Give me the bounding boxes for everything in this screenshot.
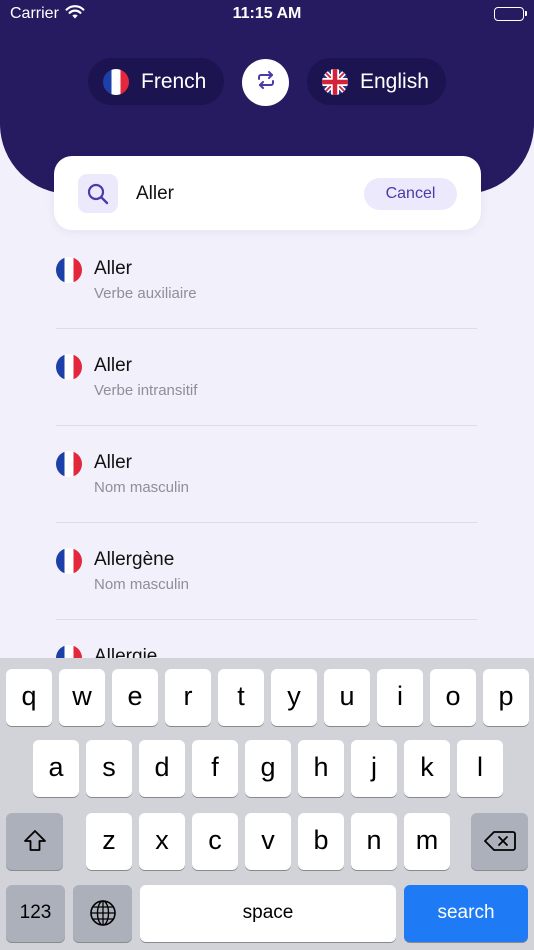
key-a[interactable]: a (33, 740, 79, 797)
key-i[interactable]: i (377, 669, 423, 726)
key-x[interactable]: x (139, 813, 185, 870)
key-q[interactable]: q (6, 669, 52, 726)
key-c[interactable]: c (192, 813, 238, 870)
key-l[interactable]: l (457, 740, 503, 797)
france-flag-icon (56, 548, 82, 574)
numbers-key[interactable]: 123 (6, 885, 65, 942)
target-language-button[interactable]: English (307, 58, 446, 105)
key-u[interactable]: u (324, 669, 370, 726)
globe-icon (89, 900, 117, 933)
result-word: Allergie (94, 646, 158, 658)
list-item[interactable]: Aller Verbe intransitif (56, 329, 477, 426)
key-f[interactable]: f (192, 740, 238, 797)
source-language-button[interactable]: French (88, 58, 224, 105)
france-flag-icon (56, 645, 82, 658)
list-item[interactable]: Allergie (56, 620, 477, 658)
list-item[interactable]: Aller Nom masculin (56, 426, 477, 523)
result-word: Aller (94, 452, 133, 473)
space-key[interactable]: space (140, 885, 396, 942)
france-flag-icon (56, 354, 82, 380)
result-word-type: Verbe intransitif (94, 382, 198, 399)
key-w[interactable]: w (59, 669, 105, 726)
swap-arrows-icon (256, 71, 276, 94)
shift-icon (22, 829, 48, 859)
key-z[interactable]: z (86, 813, 132, 870)
key-h[interactable]: h (298, 740, 344, 797)
key-b[interactable]: b (298, 813, 344, 870)
delete-key[interactable] (471, 813, 528, 870)
result-word: Aller (94, 258, 133, 279)
result-word: Allergène (94, 549, 175, 570)
france-flag-icon (56, 451, 82, 477)
search-input[interactable] (136, 180, 346, 208)
source-language-label: French (141, 69, 207, 93)
key-v[interactable]: v (245, 813, 291, 870)
key-t[interactable]: t (218, 669, 264, 726)
key-j[interactable]: j (351, 740, 397, 797)
status-bar: Carrier 11:15 AM (0, 0, 534, 30)
france-flag-icon (56, 257, 82, 283)
key-k[interactable]: k (404, 740, 450, 797)
key-m[interactable]: m (404, 813, 450, 870)
clock: 11:15 AM (232, 5, 302, 22)
key-p[interactable]: p (483, 669, 529, 726)
result-word-type: Nom masculin (94, 576, 190, 593)
shift-key[interactable] (6, 813, 63, 870)
key-r[interactable]: r (165, 669, 211, 726)
globe-key[interactable] (73, 885, 132, 942)
key-g[interactable]: g (245, 740, 291, 797)
france-flag-icon (103, 68, 129, 95)
key-d[interactable]: d (139, 740, 185, 797)
target-language-label: English (360, 69, 429, 93)
key-s[interactable]: s (86, 740, 132, 797)
keyboard: q w e r t y u i o p a s d f g h j k l z … (0, 658, 534, 950)
key-o[interactable]: o (430, 669, 476, 726)
uk-flag-icon (322, 68, 348, 95)
list-item[interactable]: Allergène Nom masculin (56, 523, 477, 620)
search-icon[interactable] (78, 174, 118, 213)
key-n[interactable]: n (351, 813, 397, 870)
battery-icon (494, 7, 527, 21)
backspace-icon (483, 828, 516, 858)
key-y[interactable]: y (271, 669, 317, 726)
cancel-button[interactable]: Cancel (364, 178, 457, 210)
result-word: Aller (94, 355, 133, 376)
results-list[interactable]: Aller Verbe auxiliaire Aller Verbe intra… (0, 232, 534, 658)
search-key[interactable]: search (404, 885, 528, 942)
search-bar: Cancel (54, 156, 481, 230)
result-word-type: Nom masculin (94, 479, 190, 496)
swap-languages-button[interactable] (242, 59, 289, 106)
key-e[interactable]: e (112, 669, 158, 726)
result-word-type: Verbe auxiliaire (94, 285, 197, 302)
list-item[interactable]: Aller Verbe auxiliaire (56, 232, 477, 329)
